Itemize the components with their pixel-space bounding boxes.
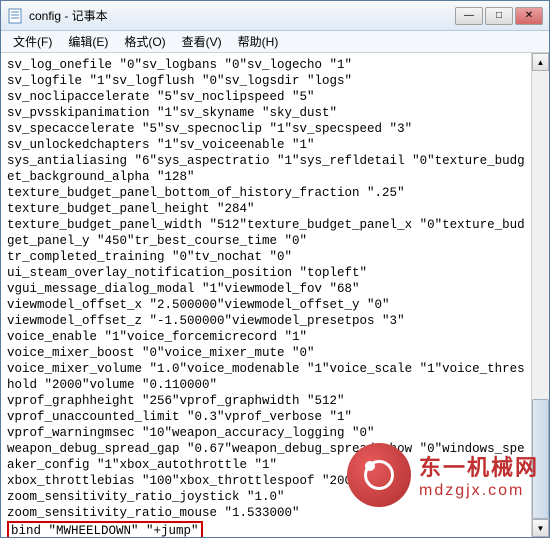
highlighted-bind-command: bind "MWHEELDOWN" "+jump": [7, 521, 203, 537]
menu-format[interactable]: 格式(O): [116, 33, 173, 50]
title-bar[interactable]: config - 记事本 — □ ✕: [1, 1, 549, 31]
window-controls: — □ ✕: [455, 7, 543, 25]
minimize-button[interactable]: —: [455, 7, 483, 25]
watermark-logo-icon: [347, 443, 411, 507]
scroll-up-button[interactable]: ▲: [532, 53, 549, 71]
menu-help[interactable]: 帮助(H): [230, 33, 287, 50]
menu-bar: 文件(F) 编辑(E) 格式(O) 查看(V) 帮助(H): [1, 31, 549, 53]
menu-file[interactable]: 文件(F): [5, 33, 60, 50]
menu-edit[interactable]: 编辑(E): [60, 33, 116, 50]
scroll-down-button[interactable]: ▼: [532, 519, 549, 537]
watermark-text-group: 东一机械网 mdzgjx.com: [419, 450, 539, 500]
watermark-overlay: 东一机械网 mdzgjx.com: [347, 443, 539, 507]
maximize-button[interactable]: □: [485, 7, 513, 25]
content-area: sv_log_onefile "0"sv_logbans "0"sv_logec…: [1, 53, 549, 537]
notepad-icon: [7, 8, 23, 24]
notepad-window: config - 记事本 — □ ✕ 文件(F) 编辑(E) 格式(O) 查看(…: [0, 0, 550, 538]
watermark-cn-text: 东一机械网: [419, 450, 539, 482]
watermark-url: mdzgjx.com: [419, 482, 539, 500]
close-button[interactable]: ✕: [515, 7, 543, 25]
window-title: config - 记事本: [29, 7, 455, 24]
menu-view[interactable]: 查看(V): [174, 33, 230, 50]
